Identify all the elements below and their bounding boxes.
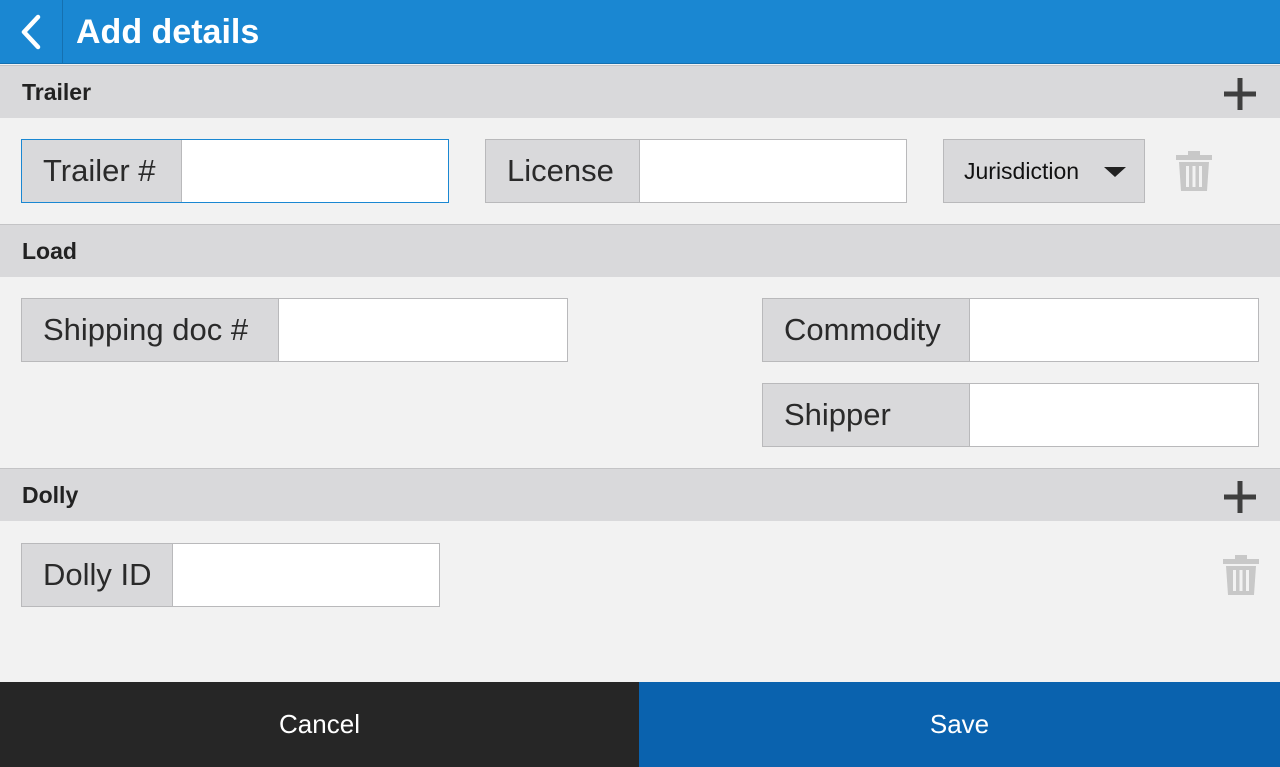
- save-button[interactable]: Save: [639, 682, 1280, 767]
- trailer-number-field: Trailer #: [21, 139, 449, 203]
- license-field: License: [485, 139, 907, 203]
- dolly-section-header: Dolly: [0, 468, 1280, 521]
- shipping-doc-input[interactable]: [279, 299, 567, 361]
- trailer-section-title: Trailer: [22, 79, 92, 105]
- load-section-header: Load: [0, 224, 1280, 277]
- license-label: License: [486, 140, 640, 202]
- delete-dolly-button[interactable]: [1222, 554, 1260, 596]
- dolly-id-field: Dolly ID: [21, 543, 440, 607]
- jurisdiction-label: Jurisdiction: [964, 157, 1080, 184]
- plus-icon: [1224, 78, 1256, 110]
- shipper-input[interactable]: [970, 384, 1258, 446]
- add-dolly-button[interactable]: [1222, 479, 1258, 515]
- app-bar: Add details: [0, 0, 1280, 64]
- page-title: Add details: [76, 13, 260, 51]
- dolly-id-input[interactable]: [173, 544, 439, 606]
- commodity-input[interactable]: [970, 299, 1258, 361]
- trailer-number-label: Trailer #: [22, 140, 182, 202]
- shipping-doc-field: Shipping doc #: [21, 298, 568, 362]
- trailer-number-input[interactable]: [182, 140, 448, 202]
- shipper-label: Shipper: [763, 384, 970, 446]
- commodity-label: Commodity: [763, 299, 970, 361]
- caret-down-icon: [1104, 167, 1126, 177]
- license-input[interactable]: [640, 140, 906, 202]
- dolly-id-label: Dolly ID: [22, 544, 173, 606]
- jurisdiction-dropdown[interactable]: Jurisdiction: [943, 139, 1145, 203]
- cancel-button[interactable]: Cancel: [0, 682, 639, 767]
- delete-trailer-button[interactable]: [1175, 150, 1213, 192]
- trailer-section-header: Trailer: [0, 65, 1280, 118]
- commodity-field: Commodity: [762, 298, 1259, 362]
- back-button[interactable]: [0, 0, 63, 64]
- trash-icon: [1223, 555, 1259, 595]
- load-section-title: Load: [22, 238, 77, 264]
- shipping-doc-label: Shipping doc #: [22, 299, 279, 361]
- shipper-field: Shipper: [762, 383, 1259, 447]
- add-trailer-button[interactable]: [1222, 76, 1258, 112]
- trash-icon: [1176, 151, 1212, 191]
- chevron-left-icon: [21, 14, 41, 50]
- plus-icon: [1224, 481, 1256, 513]
- dolly-section-title: Dolly: [22, 482, 79, 508]
